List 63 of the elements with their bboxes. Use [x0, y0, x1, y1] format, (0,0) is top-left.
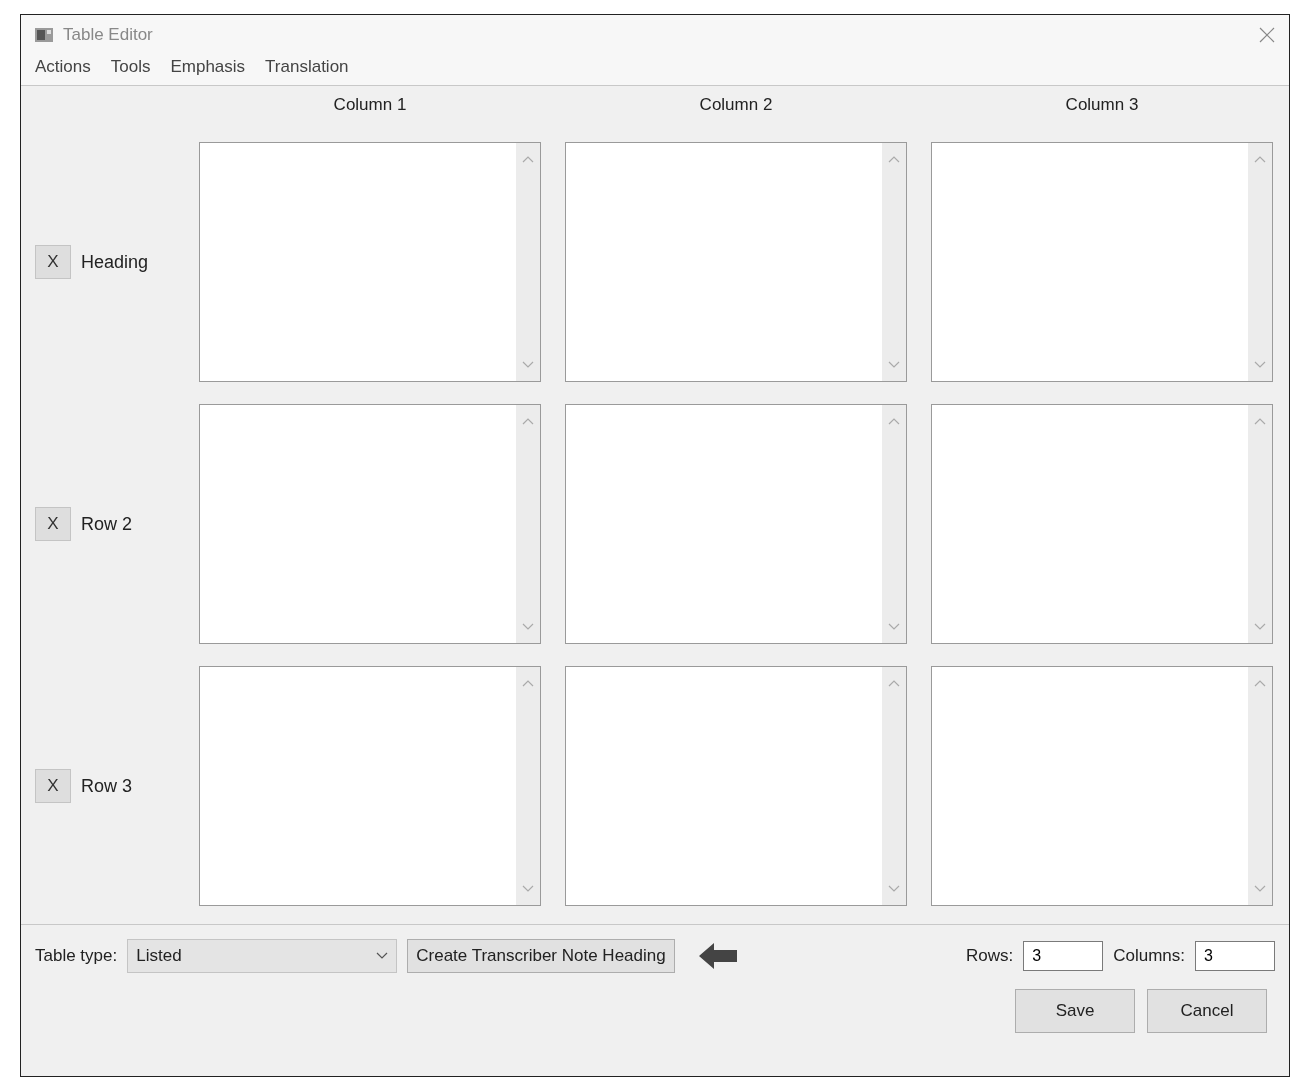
chevron-up-icon[interactable] [1254, 679, 1266, 687]
scrollbar[interactable] [1248, 405, 1272, 643]
scrollbar[interactable] [882, 143, 906, 381]
chevron-up-icon[interactable] [1254, 155, 1266, 163]
chevron-down-icon[interactable] [1254, 623, 1266, 631]
scrollbar[interactable] [516, 143, 540, 381]
chevron-up-icon[interactable] [522, 679, 534, 687]
chevron-down-icon[interactable] [522, 623, 534, 631]
scrollbar[interactable] [882, 667, 906, 905]
delete-row-button[interactable]: X [35, 769, 71, 803]
menu-item[interactable]: Actions [35, 57, 91, 77]
create-note-button[interactable]: Create Transcriber Note Heading [407, 939, 675, 973]
chevron-down-icon[interactable] [888, 361, 900, 369]
column-header: Column 3 [1064, 95, 1140, 115]
table-type-label: Table type: [35, 946, 118, 966]
arrow-left-icon [698, 943, 737, 969]
chevron-up-icon[interactable] [888, 679, 900, 687]
columns-label: Columns: [1113, 946, 1185, 966]
columns-field[interactable]: 3 [1195, 941, 1275, 971]
scrollbar[interactable] [882, 405, 906, 643]
dialog-button[interactable]: Save [1015, 989, 1135, 1033]
scrollbar[interactable] [516, 405, 540, 643]
chevron-down-icon[interactable] [1254, 885, 1266, 893]
chevron-up-icon[interactable] [1254, 417, 1266, 425]
text-area[interactable] [565, 404, 907, 644]
scrollbar[interactable] [1248, 143, 1272, 381]
chevron-up-icon[interactable] [522, 417, 534, 425]
text-area[interactable] [199, 666, 541, 906]
menu-item[interactable]: Tools [110, 57, 151, 77]
chevron-up-icon[interactable] [888, 155, 900, 163]
app-icon [35, 28, 53, 42]
dialog-button[interactable]: Cancel [1147, 989, 1267, 1033]
row-label: Row 2 [81, 513, 133, 535]
delete-row-button[interactable]: X [35, 507, 71, 541]
chevron-up-icon[interactable] [522, 155, 534, 163]
text-area[interactable] [931, 666, 1273, 906]
chevron-down-icon [376, 952, 389, 960]
window-title: Table Editor [63, 25, 153, 45]
column-header: Column 2 [698, 95, 774, 115]
row-label: Heading [81, 251, 149, 273]
chevron-down-icon[interactable] [888, 885, 900, 893]
scrollbar[interactable] [516, 667, 540, 905]
chevron-down-icon[interactable] [888, 623, 900, 631]
text-area[interactable] [931, 142, 1273, 382]
column-header: Column 1 [332, 95, 408, 115]
text-area[interactable] [565, 142, 907, 382]
chevron-down-icon[interactable] [1254, 361, 1266, 369]
close-icon[interactable] [1259, 27, 1275, 43]
chevron-down-icon[interactable] [522, 885, 534, 893]
text-area[interactable] [199, 404, 541, 644]
chevron-up-icon[interactable] [888, 417, 900, 425]
delete-row-button[interactable]: X [35, 245, 71, 279]
table-type-dropdown[interactable]: Listed [127, 939, 398, 973]
scrollbar[interactable] [1248, 667, 1272, 905]
rows-label: Rows: [965, 946, 1014, 966]
menu-item[interactable]: Translation [265, 57, 349, 77]
text-area[interactable] [931, 404, 1273, 644]
row-label: Row 3 [81, 775, 133, 797]
rows-field[interactable]: 3 [1023, 941, 1104, 971]
text-area[interactable] [199, 142, 541, 382]
text-area[interactable] [565, 666, 907, 906]
menu-item[interactable]: Emphasis [170, 57, 246, 77]
chevron-down-icon[interactable] [522, 361, 534, 369]
